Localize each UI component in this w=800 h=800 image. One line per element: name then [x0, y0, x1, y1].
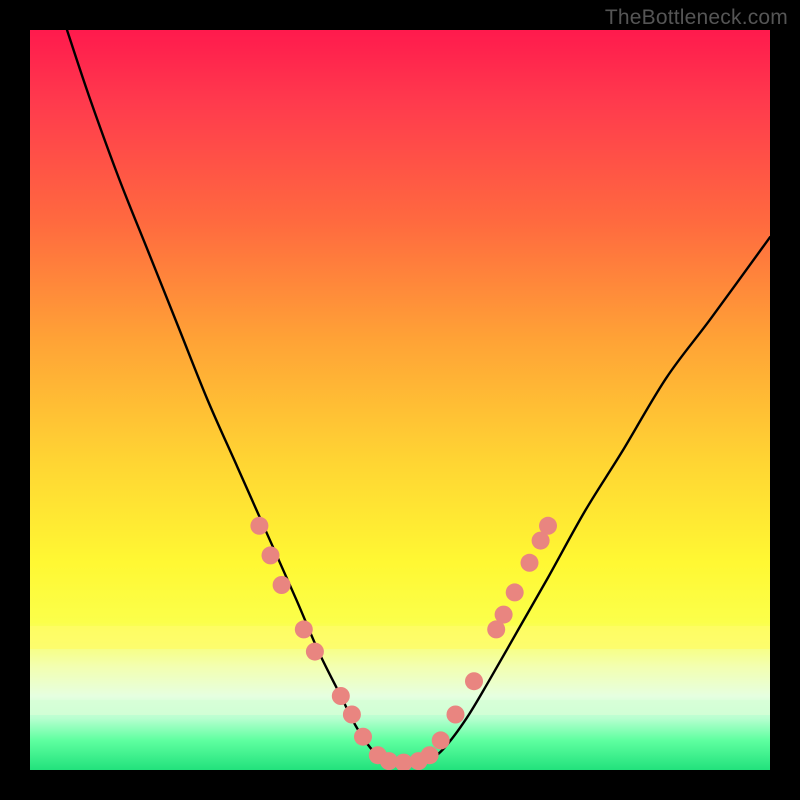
- marker-dot: [432, 731, 450, 749]
- marker-dot: [495, 606, 513, 624]
- marker-dot: [506, 583, 524, 601]
- marker-dot: [539, 517, 557, 535]
- marker-dot: [262, 546, 280, 564]
- marker-dot: [421, 746, 439, 764]
- marker-dot: [295, 620, 313, 638]
- watermark-text: TheBottleneck.com: [605, 6, 788, 30]
- marker-dot: [306, 643, 324, 661]
- marker-dot: [343, 706, 361, 724]
- marker-dot: [521, 554, 539, 572]
- marker-dot: [447, 706, 465, 724]
- marker-dot: [273, 576, 291, 594]
- marker-dot: [354, 728, 372, 746]
- plot-area: [30, 30, 770, 770]
- chart-frame: TheBottleneck.com: [0, 0, 800, 800]
- chart-svg: [30, 30, 770, 770]
- bottleneck-curve-path: [67, 30, 770, 765]
- marker-dot: [250, 517, 268, 535]
- marker-dot: [332, 687, 350, 705]
- marker-dot: [465, 672, 483, 690]
- bottleneck-curve: [67, 30, 770, 765]
